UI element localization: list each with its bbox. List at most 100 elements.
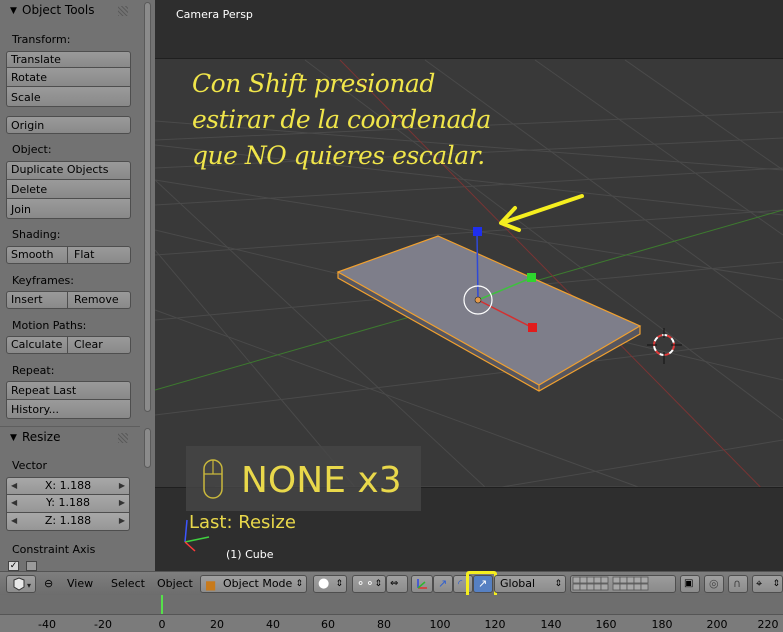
decrement-arrow-icon[interactable]: ◀ <box>11 478 17 494</box>
proportional-icon: ◎ <box>709 577 719 590</box>
object-tools-panel-header[interactable]: ▼ Object Tools <box>0 0 140 22</box>
frame-tick: 120 <box>484 618 506 631</box>
snap-element-button[interactable]: ⌖ ⇕ <box>752 575 783 593</box>
toolshelf-scrollbar[interactable] <box>142 0 153 420</box>
updown-arrow-icon: ⇕ <box>554 579 562 589</box>
repeat-last-button[interactable]: Repeat Last <box>6 381 131 400</box>
orientation-label: Global <box>500 577 536 590</box>
translate-manipulator-button[interactable] <box>411 575 433 593</box>
menu-view[interactable]: View <box>67 577 93 590</box>
updown-arrow-icon: ⇕ <box>335 579 343 589</box>
3d-view-header: ▾ ⊖ View Select Object ■ Object Mode ⇕ ●… <box>0 571 783 599</box>
vector-y-field[interactable]: ◀ Y: 1.188 ▶ <box>6 495 130 513</box>
y-axis-handle[interactable] <box>527 273 536 282</box>
orientation-dropdown[interactable]: Global ⇕ <box>494 575 566 593</box>
timeline-ruler[interactable]: -40 -20 0 20 40 60 80 100 120 140 160 18… <box>0 614 783 632</box>
frame-tick: 20 <box>210 618 224 631</box>
frame-tick: 140 <box>540 618 562 631</box>
duplicate-objects-button[interactable]: Duplicate Objects <box>6 161 131 180</box>
3d-cursor-icon <box>647 328 682 364</box>
motion-paths-label: Motion Paths: <box>12 319 87 332</box>
clear-button[interactable]: Clear <box>68 336 131 354</box>
timeline-track[interactable] <box>0 595 783 615</box>
flat-button[interactable]: Flat <box>68 246 131 264</box>
mode-label: Object Mode <box>223 577 293 590</box>
current-frame-cursor[interactable] <box>161 595 163 615</box>
decrement-arrow-icon[interactable]: ◀ <box>11 495 17 511</box>
transform-label: Transform: <box>12 33 71 46</box>
translate-arrow-button[interactable]: ↗ <box>433 575 453 593</box>
updown-arrow-icon: ⇕ <box>772 579 780 589</box>
frame-tick: 200 <box>706 618 728 631</box>
repeat-label: Repeat: <box>12 364 55 377</box>
increment-arrow-icon[interactable]: ▶ <box>119 495 125 511</box>
calculate-button[interactable]: Calculate <box>6 336 68 354</box>
menu-object[interactable]: Object <box>157 577 193 590</box>
snap-target-icon: ⌖ <box>756 577 763 590</box>
object-mode-icon: ■ <box>205 578 217 592</box>
manipulator-icon: ⇔ <box>390 578 399 589</box>
plane-object[interactable] <box>336 235 642 392</box>
vector-x-field[interactable]: ◀ X: 1.188 ▶ <box>6 477 130 495</box>
resize-scrollbar[interactable] <box>142 428 153 568</box>
active-object-name: (1) Cube <box>226 548 274 561</box>
layer-buttons[interactable] <box>570 575 676 593</box>
origin-button[interactable]: Origin <box>6 116 131 134</box>
updown-arrow-icon: ⇕ <box>295 579 303 589</box>
rotate-button[interactable]: Rotate <box>6 68 131 87</box>
increment-arrow-icon[interactable]: ▶ <box>119 513 125 529</box>
magnet-icon: ∩ <box>733 577 742 590</box>
join-button[interactable]: Join <box>6 199 131 219</box>
constraint-axis-label: Constraint Axis <box>12 543 96 556</box>
vector-z-field[interactable]: ◀ Z: 1.188 ▶ <box>6 513 130 531</box>
object-origin-icon <box>474 296 482 304</box>
resize-panel-header[interactable]: ▼ Resize <box>0 426 140 449</box>
grip-icon[interactable] <box>118 433 128 443</box>
viewport-shading-button[interactable]: ● ⇕ <box>313 575 347 593</box>
3d-viewport[interactable]: Camera Persp Con Shift presionad estirar… <box>155 0 783 571</box>
z-axis-handle[interactable] <box>473 227 482 236</box>
manipulator-toggle-button[interactable]: ⇔ <box>386 575 408 593</box>
frame-tick: 60 <box>321 618 335 631</box>
insert-keyframe-button[interactable]: Insert <box>6 291 68 309</box>
keyframes-label: Keyframes: <box>12 274 74 287</box>
grip-icon[interactable] <box>118 6 128 16</box>
pivot-point-button[interactable]: ⚬⚬ ⇕ <box>352 575 386 593</box>
snap-button[interactable]: ∩ <box>728 575 748 593</box>
scale-button[interactable]: Scale <box>6 87 131 107</box>
keycast-text: NONE x3 <box>241 460 402 501</box>
layer-lock-button[interactable]: ▣ <box>680 575 700 593</box>
mode-selector[interactable]: ■ Object Mode ⇕ <box>200 575 307 593</box>
collapse-triangle-icon: ▼ <box>10 433 17 443</box>
x-axis-handle[interactable] <box>528 323 537 332</box>
pivot-icon: ⚬⚬ <box>356 577 375 590</box>
axis-orientation-icon <box>184 519 210 552</box>
frame-tick: 80 <box>377 618 391 631</box>
menu-select[interactable]: Select <box>111 577 145 590</box>
svg-text:▾: ▾ <box>27 581 31 590</box>
updown-arrow-icon: ⇕ <box>374 579 382 589</box>
arrow-icon: ↗ <box>438 577 448 590</box>
lock-icon: ▣ <box>684 578 694 589</box>
remove-keyframe-button[interactable]: Remove <box>68 291 131 309</box>
constraint-y-checkbox[interactable] <box>26 561 37 571</box>
delete-button[interactable]: Delete <box>6 180 131 199</box>
frame-tick: 160 <box>595 618 617 631</box>
timeline[interactable]: -40 -20 0 20 40 60 80 100 120 140 160 18… <box>0 595 783 632</box>
smooth-button[interactable]: Smooth <box>6 246 68 264</box>
collapse-menu-icon[interactable]: ⊖ <box>44 577 53 590</box>
viewport-title: Camera Persp <box>176 8 253 21</box>
collapse-triangle-icon: ▼ <box>10 6 17 16</box>
rotate-arc-icon: ◜ <box>458 577 463 590</box>
editor-type-button[interactable]: ▾ <box>6 575 36 593</box>
object-tools-title: Object Tools <box>22 3 95 17</box>
decrement-arrow-icon[interactable]: ◀ <box>11 513 17 529</box>
resize-title: Resize <box>22 430 61 444</box>
proportional-edit-button[interactable]: ◎ <box>704 575 724 593</box>
mouse-icon <box>203 459 223 499</box>
constraint-x-checkbox[interactable]: ✓ <box>8 561 19 571</box>
translate-button[interactable]: Translate <box>6 51 131 68</box>
frame-tick: 40 <box>266 618 280 631</box>
increment-arrow-icon[interactable]: ▶ <box>119 478 125 494</box>
history-button[interactable]: History... <box>6 400 131 419</box>
